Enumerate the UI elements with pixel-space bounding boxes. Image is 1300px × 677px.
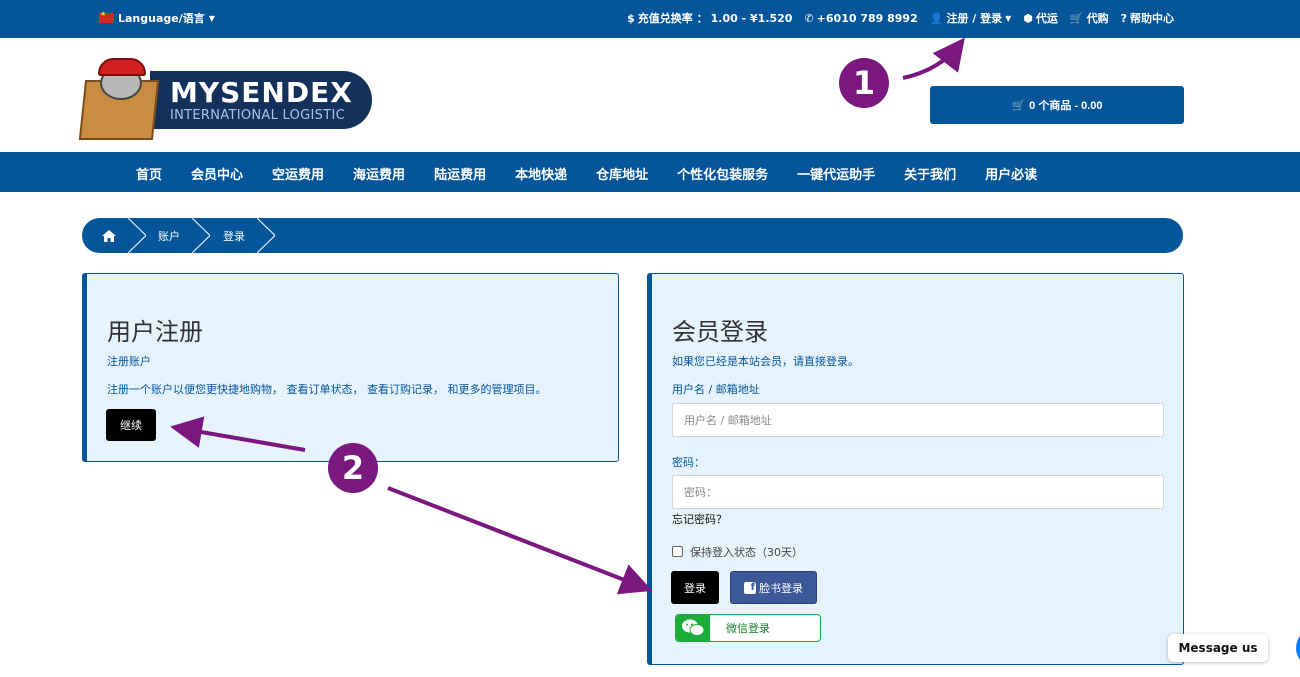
nav-item-warehouse[interactable]: 仓库地址 <box>596 164 648 183</box>
cart-button[interactable]: 🛒 0 个商品 - 0.00 <box>930 86 1184 124</box>
rate-label: 充值兑换率 ： <box>637 12 708 25</box>
login-register-label: 注册 / 登录 <box>946 12 1003 25</box>
daigou-label: 代购 <box>1086 12 1109 25</box>
logo-tagline: INTERNATIONAL LOGISTIC <box>170 108 345 123</box>
login-panel: 会员登录 如果您已经是本站会员，请直接登录。 用户名 / 邮箱地址 用户名 / … <box>647 273 1184 665</box>
facebook-login-button[interactable]: f 脸书登录 <box>730 571 817 604</box>
phone-icon: ✆ <box>804 11 814 25</box>
nav-item-home[interactable]: 首页 <box>136 164 162 183</box>
dollar-icon: $ <box>627 11 635 25</box>
password-input[interactable]: 密码： <box>672 475 1164 509</box>
cart-icon: 🛒 <box>1069 11 1084 25</box>
cart-icon: 🛒 <box>1011 99 1026 112</box>
nav-item-packaging[interactable]: 个性化包装服务 <box>677 164 768 183</box>
wechat-login-button[interactable]: 微信登录 <box>675 614 821 642</box>
breadcrumb-separator <box>256 217 276 254</box>
register-panel: 用户注册 注册账户 注册一个账户以便您更快捷地购物， 查看订单状态， 查看订购记… <box>82 273 619 462</box>
nav-item-air-freight[interactable]: 空运费用 <box>272 164 324 183</box>
nav-item-user-guide[interactable]: 用户必读 <box>985 164 1037 183</box>
daiyun-label: 代运 <box>1035 12 1058 25</box>
wechat-icon <box>676 615 710 641</box>
breadcrumb-login[interactable]: 登录 <box>223 218 245 253</box>
breadcrumb-account[interactable]: 账户 <box>158 218 180 253</box>
phone-link[interactable]: ✆ +6010 789 8992 <box>804 12 917 25</box>
exchange-rate: $ 充值兑换率 ： 1.00 - ¥1.520 <box>627 10 792 26</box>
nav-item-land-freight[interactable]: 陆运费用 <box>434 164 486 183</box>
breadcrumb-separator <box>127 217 147 254</box>
nav-item-shipping-assistant[interactable]: 一键代运助手 <box>797 164 875 183</box>
question-icon: ? <box>1120 11 1127 25</box>
language-selector[interactable]: Language/语言 ▼ <box>99 10 215 26</box>
home-icon <box>102 229 116 242</box>
nav-item-about[interactable]: 关于我们 <box>904 164 956 183</box>
remember-label: 保持登入状态（30天） <box>690 546 803 559</box>
breadcrumb-separator <box>191 217 211 254</box>
annotation-badge-2: 2 <box>328 443 378 493</box>
arrow-to-login-button <box>387 486 653 595</box>
user-icon: 👤 <box>929 11 944 25</box>
caret-down-icon: ▼ <box>208 13 215 23</box>
hat-icon <box>98 58 146 76</box>
help-link[interactable]: ? 帮助中心 <box>1121 10 1174 26</box>
nav-item-member-center[interactable]: 会员中心 <box>191 164 243 183</box>
messenger-icon[interactable] <box>1296 628 1300 668</box>
breadcrumb-home[interactable] <box>102 218 116 253</box>
register-description: 注册一个账户以便您更快捷地购物， 查看订单状态， 查看订购记录， 和更多的管理项… <box>107 383 547 396</box>
top-links: $ 充值兑换率 ： 1.00 - ¥1.520 ✆ +6010 789 8992… <box>627 10 1174 26</box>
nav-item-local-express[interactable]: 本地快递 <box>515 164 567 183</box>
register-title: 用户注册 <box>107 318 203 346</box>
cube-icon: ⬢ <box>1023 11 1033 25</box>
register-subtitle: 注册账户 <box>107 355 151 368</box>
login-title: 会员登录 <box>672 318 768 346</box>
message-us-bubble[interactable]: Message us <box>1168 634 1268 662</box>
help-label: 帮助中心 <box>1130 12 1174 25</box>
breadcrumb: 账户 登录 <box>82 217 1183 254</box>
facebook-login-label: 脸书登录 <box>759 581 803 595</box>
login-intro: 如果您已经是本站会员，请直接登录。 <box>672 355 859 368</box>
daigou-link[interactable]: 🛒 代购 <box>1070 10 1109 26</box>
cart-label: 0 个商品 - 0.00 <box>1029 100 1103 112</box>
annotation-badge-1: 1 <box>839 58 889 108</box>
site-logo[interactable]: MYSENDEX INTERNATIONAL LOGISTIC <box>78 58 374 140</box>
login-register-menu[interactable]: 👤 注册 / 登录 ▼ <box>930 10 1012 26</box>
username-input[interactable]: 用户名 / 邮箱地址 <box>672 403 1164 437</box>
forgot-password-link[interactable]: 忘记密码？ <box>672 511 727 527</box>
password-label: 密码： <box>672 456 705 469</box>
nav-item-sea-freight[interactable]: 海运费用 <box>353 164 405 183</box>
username-label: 用户名 / 邮箱地址 <box>672 383 760 396</box>
main-nav: 首页 会员中心 空运费用 海运费用 陆运费用 本地快递 仓库地址 个性化包装服务… <box>0 152 1300 192</box>
caret-down-icon: ▼ <box>1005 13 1012 23</box>
top-bar: Language/语言 ▼ $ 充值兑换率 ： 1.00 - ¥1.520 ✆ … <box>0 0 1300 38</box>
china-flag-icon <box>99 10 114 23</box>
login-button[interactable]: 登录 <box>671 571 719 604</box>
facebook-icon: f <box>744 581 756 594</box>
continue-button[interactable]: 继续 <box>106 409 156 441</box>
logo-brand: MYSENDEX <box>170 76 353 109</box>
wechat-login-label: 微信登录 <box>726 622 770 635</box>
rate-value: 1.00 - ¥1.520 <box>710 11 793 25</box>
remember-checkbox[interactable] <box>672 546 683 557</box>
language-label: Language/语言 <box>118 12 205 25</box>
phone-number: +6010 789 8992 <box>816 11 918 25</box>
daiyun-link[interactable]: ⬢ 代运 <box>1023 10 1058 26</box>
